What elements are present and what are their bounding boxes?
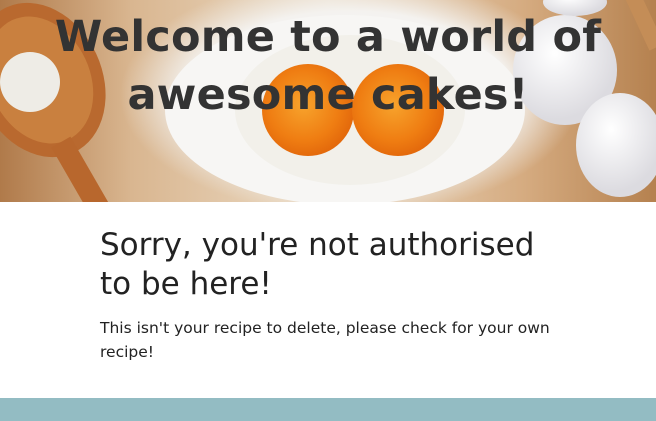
hero-title-line-1: Welcome to a world of: [54, 12, 602, 62]
footer-bar: [0, 398, 656, 421]
hero-title: Welcome to a world of awesome cakes!: [0, 8, 656, 124]
error-heading: Sorry, you're not authorised to be here!: [100, 227, 535, 302]
hero-banner: Welcome to a world of awesome cakes!: [0, 0, 656, 202]
message-section: Sorry, you're not authorised to be here!…: [100, 226, 570, 364]
error-description: This isn't your recipe to delete, please…: [100, 319, 550, 361]
hero-title-line-2: awesome cakes!: [127, 70, 529, 120]
